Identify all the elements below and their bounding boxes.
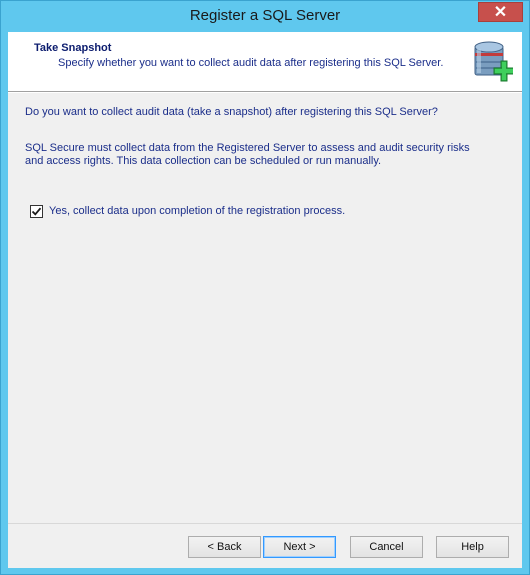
back-button[interactable]: < Back — [188, 536, 261, 558]
collect-data-option[interactable]: Yes, collect data upon completion of the… — [30, 204, 345, 218]
checkmark-icon — [31, 207, 42, 216]
server-add-icon — [471, 39, 515, 83]
wizard-step-description: Specify whether you want to collect audi… — [58, 57, 444, 69]
snapshot-info: SQL Secure must collect data from the Re… — [25, 142, 495, 168]
dialog-window: Register a SQL Server ✕ Take Snapshot Sp… — [0, 0, 530, 575]
snapshot-question: Do you want to collect audit data (take … — [25, 106, 438, 118]
dialog-client-area: Take Snapshot Specify whether you want t… — [8, 32, 522, 568]
collect-data-label[interactable]: Yes, collect data upon completion of the… — [49, 205, 345, 217]
wizard-step-title: Take Snapshot — [34, 42, 112, 54]
info-line-1: SQL Secure must collect data from the Re… — [25, 142, 470, 154]
info-line-2: and access rights. This data collection … — [25, 155, 382, 167]
title-bar[interactable]: Register a SQL Server ✕ — [1, 1, 529, 32]
close-button[interactable]: ✕ — [478, 2, 523, 22]
footer-divider — [8, 523, 522, 524]
header-divider — [8, 92, 522, 93]
help-button[interactable]: Help — [436, 536, 509, 558]
next-button[interactable]: Next > — [263, 536, 336, 558]
cancel-button[interactable]: Cancel — [350, 536, 423, 558]
window-title: Register a SQL Server — [189, 7, 341, 24]
wizard-header: Take Snapshot Specify whether you want t… — [8, 32, 522, 92]
collect-data-checkbox[interactable] — [30, 204, 43, 218]
